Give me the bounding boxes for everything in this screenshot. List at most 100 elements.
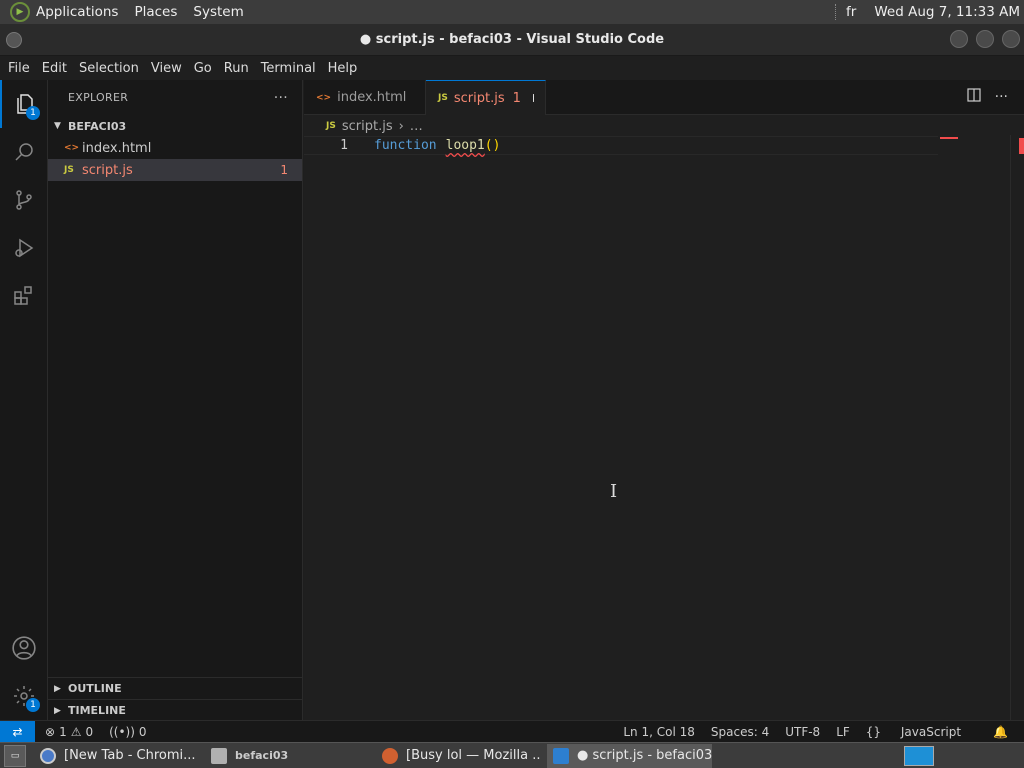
menu-run[interactable]: Run [218, 61, 255, 76]
more-actions-icon[interactable]: ··· [274, 90, 288, 106]
warning-count: 0 [85, 724, 94, 739]
chevron-right-icon: › [398, 118, 404, 134]
remote-indicator-icon[interactable]: ⇄ [0, 720, 35, 743]
code-function-name: loop1 [445, 138, 485, 153]
menu-edit[interactable]: Edit [36, 61, 73, 76]
maximize-button[interactable] [976, 30, 994, 48]
search-icon[interactable] [0, 128, 48, 176]
braces-icon: {} [865, 724, 882, 739]
file-index-html[interactable]: <> index.html [48, 137, 302, 159]
show-desktop-icon[interactable]: ▭ [4, 744, 26, 767]
folder-befaci03[interactable]: ▼ BEFACI03 [48, 115, 302, 137]
panel-separator [835, 4, 837, 20]
source-control-icon[interactable] [0, 176, 48, 224]
explorer-icon[interactable]: 1 [0, 80, 48, 128]
broadcast-icon: ((•)) [109, 724, 135, 739]
overview-ruler[interactable] [1010, 135, 1024, 720]
window-titlebar[interactable]: ● script.js - befaci03 - Visual Studio C… [0, 24, 1024, 56]
vscode-icon [553, 747, 569, 764]
chevron-right-icon: ▶ [54, 705, 61, 716]
code-parens: () [484, 138, 501, 153]
distro-logo-icon[interactable]: ▶ [10, 2, 30, 22]
breadcrumb-file[interactable]: script.js [342, 119, 393, 134]
outline-section[interactable]: ▶ OUTLINE [48, 677, 302, 699]
tab-label: script.js [453, 90, 505, 106]
indentation[interactable]: Spaces: 4 [711, 725, 769, 739]
run-debug-icon[interactable] [0, 224, 48, 272]
ports-indicator[interactable]: ((•)) 0 [109, 725, 146, 739]
applications-menu[interactable]: Applications [36, 4, 118, 20]
folder-label: BEFACI03 [68, 119, 127, 133]
mouse-cursor-icon: I [610, 481, 618, 502]
system-panel: ▶ Applications Places System fr Wed Aug … [0, 0, 1024, 24]
file-label: index.html [82, 140, 152, 156]
code-line[interactable]: 1 function loop1 () [304, 136, 938, 155]
taskbar-label: ● script.js - befaci03... [577, 748, 712, 763]
ports-count: 0 [138, 724, 147, 739]
taskbar-item-file-manager[interactable]: befaci03 [205, 744, 370, 768]
menu-view[interactable]: View [145, 61, 188, 76]
extensions-icon[interactable] [0, 272, 48, 320]
taskbar-item-chromium[interactable]: [New Tab - Chromi... [34, 744, 199, 768]
menu-help[interactable]: Help [322, 61, 364, 76]
menu-terminal[interactable]: Terminal [255, 61, 322, 76]
cursor-position[interactable]: Ln 1, Col 18 [623, 725, 695, 739]
menu-file[interactable]: File [2, 61, 36, 76]
chevron-right-icon: ▶ [54, 683, 61, 694]
code-editor[interactable]: JS script.js › … 1 function loop1 () I [304, 115, 1024, 720]
minimize-button[interactable] [950, 30, 968, 48]
taskbar-label: befaci03 [235, 749, 289, 762]
tab-label: index.html [337, 90, 407, 105]
error-icon: ⊗ [45, 724, 56, 739]
close-button[interactable] [1002, 30, 1020, 48]
taskbar-label: [Busy lol — Mozilla ... [406, 748, 541, 763]
menu-selection[interactable]: Selection [73, 61, 145, 76]
error-count: 1 [59, 724, 67, 739]
chevron-down-icon: ▼ [54, 121, 61, 131]
editor-tabs: <> index.html JS script.js 1 ··· [304, 80, 1024, 115]
error-marker [940, 137, 958, 139]
problems-indicator[interactable]: ⊗ 1 ⚠ 0 [45, 725, 93, 739]
explorer-sidebar: EXPLORER ··· ▼ BEFACI03 <> index.html JS… [48, 80, 303, 720]
clock[interactable]: Wed Aug 7, 11:33 AM [874, 4, 1020, 20]
tab-index-html[interactable]: <> index.html [304, 80, 426, 115]
taskbar-item-firefox[interactable]: [Busy lol — Mozilla ... [376, 744, 541, 768]
language-label: JavaScript [900, 724, 962, 739]
window-title: ● script.js - befaci03 - Visual Studio C… [359, 32, 665, 47]
keyboard-layout-indicator[interactable]: fr [846, 4, 856, 20]
settings-gear-icon[interactable]: 1 [0, 672, 48, 720]
problem-count: 1 [280, 163, 288, 177]
account-icon[interactable] [0, 624, 48, 672]
html-file-icon: <> [64, 143, 80, 153]
outline-label: OUTLINE [68, 682, 122, 695]
menu-go[interactable]: Go [188, 61, 218, 76]
explorer-title: EXPLORER [68, 91, 129, 104]
breadcrumb-more[interactable]: … [410, 119, 423, 134]
breadcrumb: JS script.js › … [304, 115, 1024, 137]
tab-problem-count: 1 [512, 90, 521, 106]
js-file-icon: JS [326, 121, 336, 131]
html-file-icon: <> [316, 92, 332, 103]
workspace-switcher[interactable] [904, 745, 934, 766]
encoding[interactable]: UTF-8 [785, 725, 820, 739]
explorer-badge: 1 [26, 106, 40, 120]
taskbar-item-vscode[interactable]: ● script.js - befaci03... [547, 743, 712, 768]
chromium-icon [40, 747, 56, 764]
js-file-icon: JS [438, 93, 448, 103]
taskbar-label: [New Tab - Chromi... [64, 748, 196, 763]
js-file-icon: JS [64, 165, 74, 175]
split-editor-icon[interactable] [967, 88, 981, 106]
notifications-bell-icon[interactable]: 🔔 [993, 725, 1008, 739]
timeline-section[interactable]: ▶ TIMELINE [48, 699, 302, 721]
end-of-line[interactable]: LF [836, 725, 850, 739]
file-label: script.js [82, 162, 133, 178]
more-actions-icon[interactable]: ··· [995, 89, 1008, 105]
system-menu[interactable]: System [193, 4, 243, 20]
window-menu-icon[interactable] [6, 32, 22, 48]
file-script-js[interactable]: JS script.js 1 [48, 159, 302, 181]
tab-script-js[interactable]: JS script.js 1 [426, 80, 546, 115]
line-number: 1 [340, 138, 348, 153]
menu-bar: File Edit Selection View Go Run Terminal… [0, 56, 1024, 80]
language-mode[interactable]: {} JavaScript [866, 725, 977, 739]
places-menu[interactable]: Places [134, 4, 177, 20]
